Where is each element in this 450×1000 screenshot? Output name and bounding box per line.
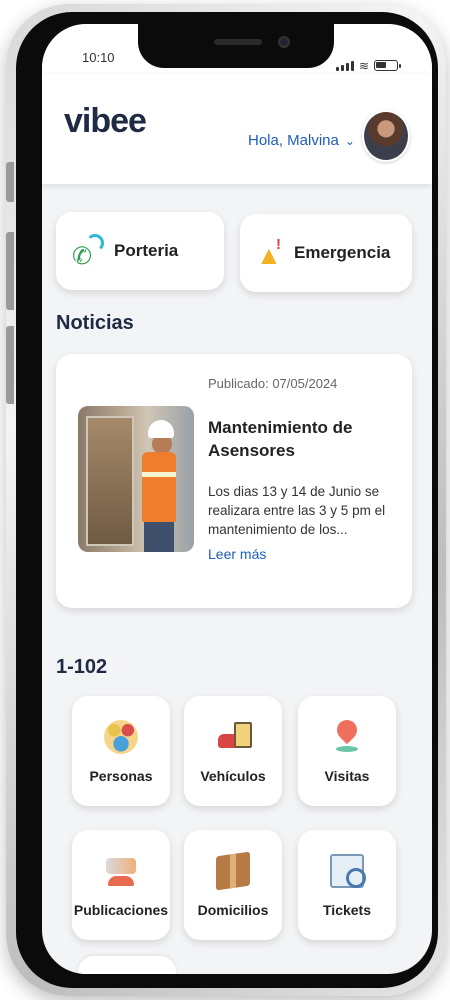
tile-visitas[interactable]: Visitas <box>298 696 396 806</box>
wifi-icon: ≋ <box>359 59 370 73</box>
app-logo[interactable]: vibee <box>64 102 147 141</box>
phone-notch <box>138 24 334 68</box>
user-menu[interactable]: Hola, Malvina ⌄ <box>248 132 355 149</box>
logo-text: vibee <box>64 102 147 140</box>
package-icon <box>216 851 250 891</box>
read-more-link[interactable]: Leer más <box>208 546 266 562</box>
volume-down-button <box>6 326 14 404</box>
signal-icon <box>336 61 354 71</box>
emergencia-label: Emergencia <box>294 243 391 262</box>
ticket-icon <box>330 854 366 888</box>
front-camera <box>278 36 290 48</box>
tile-label: Visitas <box>324 768 370 784</box>
porteria-button[interactable]: ✆ Porteria <box>56 212 224 290</box>
volume-up-button <box>6 232 14 310</box>
news-card[interactable]: Publicado: 07/05/2024 Mantenimiento de A… <box>56 354 412 608</box>
emergencia-button[interactable]: ▲ ! Emergencia <box>240 214 412 292</box>
news-date: Publicado: 07/05/2024 <box>208 376 338 391</box>
tile-label: Tickets <box>323 902 371 918</box>
chevron-down-icon: ⌄ <box>344 133 355 148</box>
people-icon <box>104 720 138 754</box>
speaker-grille <box>214 39 262 45</box>
status-time: 10:10 <box>82 50 115 65</box>
user-avatar[interactable] <box>362 110 410 162</box>
tile-label: Personas <box>89 768 153 784</box>
tile-label: Vehículos <box>200 768 266 784</box>
tile-personas[interactable]: Personas <box>72 696 170 806</box>
status-icons: ≋ <box>336 59 402 73</box>
tile-tickets[interactable]: Tickets <box>298 830 396 940</box>
vehicle-icon <box>216 720 252 754</box>
tile-publicaciones[interactable]: Publicaciones <box>72 830 170 940</box>
tile-label: Publicaciones <box>73 902 169 918</box>
tile-vehiculos[interactable]: Vehículos <box>184 696 282 806</box>
app-header: vibee Hola, Malvina ⌄ <box>42 74 432 184</box>
phone-call-icon: ✆ <box>72 234 104 270</box>
app-screen: 10:10 ≋ vibee Hola, Malvina ⌄ ✆ Porteria <box>42 24 432 974</box>
publications-icon <box>104 854 138 888</box>
porteria-label: Porteria <box>114 241 179 260</box>
news-section-title: Noticias <box>56 312 134 334</box>
tile-domicilios[interactable]: Domicilios <box>184 830 282 940</box>
news-body: Los dias 13 y 14 de Junio se realizara e… <box>208 484 386 537</box>
elevator-worker-image <box>78 406 194 552</box>
partial-tile[interactable] <box>78 956 176 974</box>
mute-switch <box>6 162 14 202</box>
news-title: Mantenimiento de Asensores <box>208 418 353 460</box>
greeting-text: Hola, Malvina <box>248 132 339 149</box>
unit-title: 1-102 <box>56 656 108 678</box>
battery-icon <box>374 60 402 71</box>
tile-label: Domicilios <box>197 902 269 918</box>
location-pin-icon <box>330 720 364 754</box>
alarm-bell-icon: ▲ ! <box>256 236 282 270</box>
